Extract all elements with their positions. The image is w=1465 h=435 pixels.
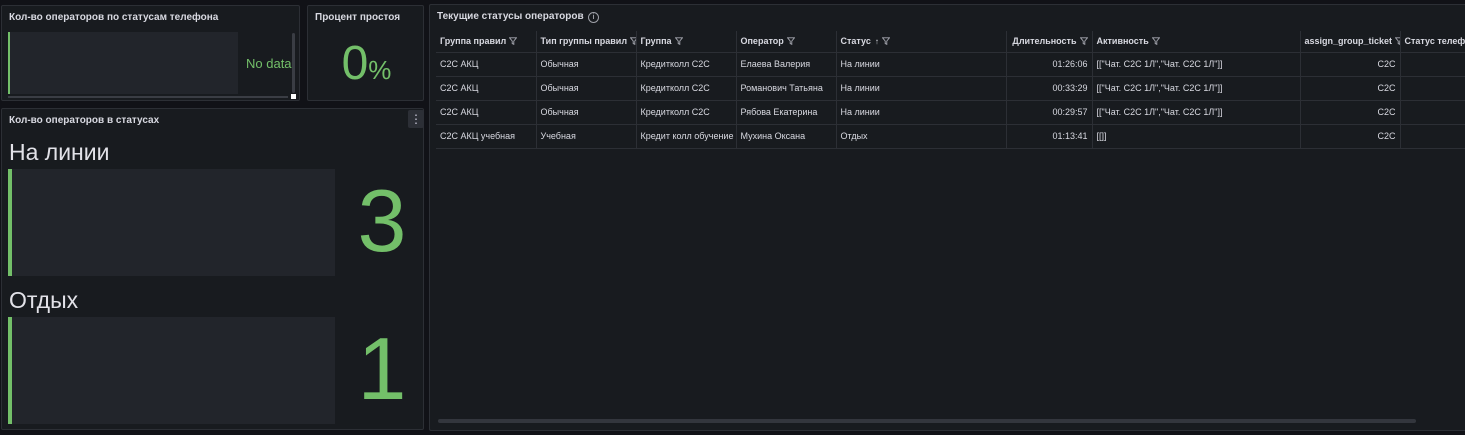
table-cell: Кредитколл C2C bbox=[636, 76, 737, 101]
graph-bar bbox=[8, 32, 10, 94]
table-cell: Отдых bbox=[836, 124, 1007, 149]
filter-icon[interactable] bbox=[786, 37, 795, 46]
filter-icon[interactable] bbox=[881, 37, 890, 46]
table-cell: 00:29:57 bbox=[1006, 100, 1093, 125]
table-cell: Кредитколл C2C bbox=[636, 100, 737, 125]
column-header[interactable]: Группа правил bbox=[436, 31, 537, 53]
idle-percent-value: 0% bbox=[308, 36, 425, 92]
horizontal-scrollbar[interactable] bbox=[8, 96, 288, 98]
idle-unit: % bbox=[368, 55, 392, 85]
column-header[interactable]: Статус ↑ bbox=[836, 31, 1007, 53]
status-value-online: 3 bbox=[357, 171, 407, 270]
table-cell: На линии bbox=[836, 100, 1007, 125]
table-cell: C2C АКЦ учебная bbox=[436, 124, 537, 149]
operator-statuses-panel: Кол-во операторов в статусах ⋮ На линии … bbox=[1, 108, 424, 430]
table-cell: 01:26:06 bbox=[1006, 52, 1093, 77]
horizontal-scrollbar[interactable] bbox=[438, 419, 1416, 423]
table-row[interactable]: C2C АКЦ учебная Учебная Кредит колл обуч… bbox=[436, 124, 1465, 149]
info-icon[interactable]: i bbox=[588, 12, 599, 23]
table-cell: C2C bbox=[1300, 124, 1401, 149]
table-cell: 01:13:41 bbox=[1006, 124, 1093, 149]
resize-handle[interactable] bbox=[291, 94, 296, 99]
table-cell: [[]] bbox=[1092, 124, 1301, 149]
status-label-online: На линии bbox=[9, 139, 110, 165]
column-header[interactable]: Группа bbox=[636, 31, 737, 53]
table-cell: C2C bbox=[1300, 52, 1401, 77]
table-cell: Рябова Екатерина bbox=[736, 100, 837, 125]
filter-icon[interactable] bbox=[1151, 37, 1160, 46]
table-cell: На линии bbox=[836, 52, 1007, 77]
idle-number: 0 bbox=[341, 37, 369, 90]
status-value-rest: 1 bbox=[357, 319, 407, 418]
table-row[interactable]: C2C АКЦ Обычная Кредитколл C2C Романович… bbox=[436, 76, 1465, 101]
table-cell: [["Чат. C2C 1Л","Чат. C2C 1Л"]] bbox=[1092, 100, 1301, 125]
table-cell: [["Чат. C2C 1Л","Чат. C2C 1Л"]] bbox=[1092, 76, 1301, 101]
table-cell: Мухина Оксана bbox=[736, 124, 837, 149]
idle-percent-panel: Процент простоя 0% bbox=[307, 5, 424, 101]
column-header[interactable]: Оператор bbox=[736, 31, 837, 53]
panel-menu-icon[interactable]: ⋮ bbox=[408, 110, 424, 128]
table-cell: C2C bbox=[1300, 100, 1401, 125]
table-cell: На линии bbox=[836, 76, 1007, 101]
table-cell: Романович Татьяна bbox=[736, 76, 837, 101]
table-cell: Обычная bbox=[536, 100, 637, 125]
table-cell: [["Чат. C2C 1Л","Чат. C2C 1Л"]] bbox=[1092, 52, 1301, 77]
table-row[interactable]: C2C АКЦ Обычная Кредитколл C2C Елаева Ва… bbox=[436, 52, 1465, 77]
current-operator-statuses-panel: Текущие статусы операторов i Группа прав… bbox=[429, 4, 1465, 431]
table-cell bbox=[1400, 76, 1465, 101]
operators-table: Группа правил Тип группы правил Группа О… bbox=[436, 31, 1465, 149]
table-cell: Учебная bbox=[536, 124, 637, 149]
filter-icon[interactable] bbox=[1079, 37, 1088, 46]
table-cell: C2C АКЦ bbox=[436, 76, 537, 101]
table-cell: C2C АКЦ bbox=[436, 52, 537, 77]
column-header[interactable]: Активность bbox=[1092, 31, 1301, 53]
filter-icon[interactable] bbox=[1395, 37, 1400, 45]
panel-title: Процент простоя bbox=[315, 12, 401, 23]
sort-asc-icon[interactable]: ↑ bbox=[875, 37, 879, 46]
stat-bar bbox=[8, 317, 12, 424]
table-cell: Обычная bbox=[536, 76, 637, 101]
column-header[interactable]: Длительность bbox=[1006, 31, 1093, 53]
panel-title: Текущие статусы операторов bbox=[437, 11, 584, 22]
table-cell bbox=[1400, 124, 1465, 149]
table-cell: Обычная bbox=[536, 52, 637, 77]
table-cell: Елаева Валерия bbox=[736, 52, 837, 77]
phone-status-panel: Кол-во операторов по статусам телефона N… bbox=[1, 5, 300, 101]
vertical-scrollbar[interactable] bbox=[292, 33, 295, 93]
status-sparkline-rest bbox=[8, 317, 335, 424]
table-cell: Кредитколл C2C bbox=[636, 52, 737, 77]
phone-status-graph bbox=[8, 32, 238, 94]
filter-icon[interactable] bbox=[674, 37, 683, 46]
table-cell: C2C bbox=[1300, 76, 1401, 101]
filter-icon[interactable] bbox=[630, 37, 636, 46]
panel-title: Кол-во операторов по статусам телефона bbox=[9, 12, 219, 23]
status-sparkline-online bbox=[8, 169, 335, 276]
column-header[interactable]: Статус телефона bbox=[1400, 31, 1465, 53]
table-header-row: Группа правил Тип группы правил Группа О… bbox=[436, 31, 1465, 53]
panel-title: Кол-во операторов в статусах bbox=[9, 115, 160, 126]
table-cell: 00:33:29 bbox=[1006, 76, 1093, 101]
table-cell bbox=[1400, 52, 1465, 77]
no-data-label: No data bbox=[246, 56, 292, 71]
table-cell: C2C АКЦ bbox=[436, 100, 537, 125]
stat-bar bbox=[8, 169, 12, 276]
table-row[interactable]: C2C АКЦ Обычная Кредитколл C2C Рябова Ек… bbox=[436, 100, 1465, 125]
column-header[interactable]: assign_group_ticket bbox=[1300, 31, 1401, 53]
table-cell bbox=[1400, 100, 1465, 125]
filter-icon[interactable] bbox=[509, 37, 518, 46]
column-header[interactable]: Тип группы правил bbox=[536, 31, 637, 53]
table-cell: Кредит колл обучение bbox=[636, 124, 737, 149]
status-label-rest: Отдых bbox=[9, 287, 79, 313]
